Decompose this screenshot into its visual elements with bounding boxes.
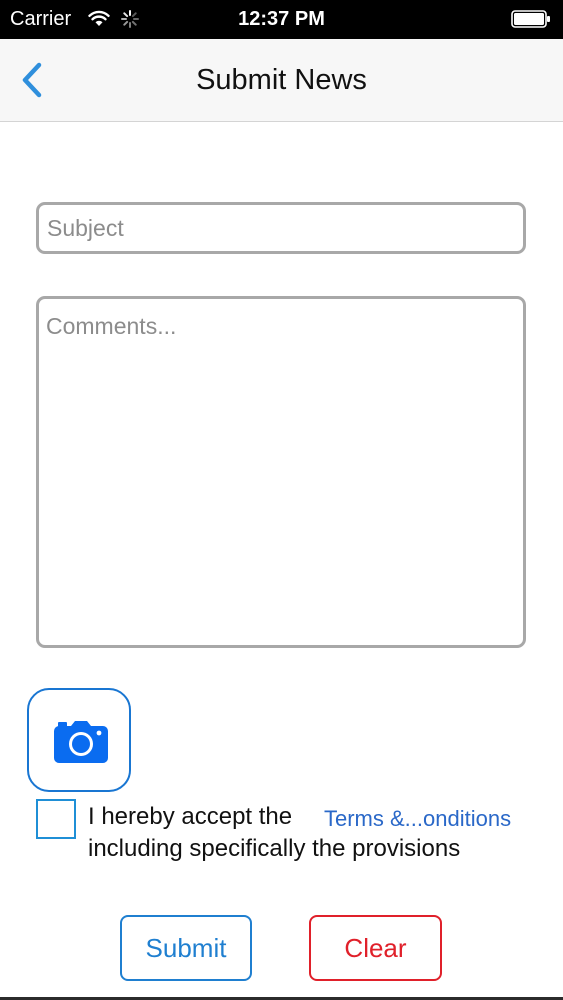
clear-button[interactable]: Clear [309,915,442,981]
terms-link[interactable]: Terms &...onditions [324,805,511,833]
status-bar: Carrier 12:37 PM [0,0,563,39]
subject-input[interactable] [36,202,526,254]
camera-button[interactable] [27,688,131,792]
status-time: 12:37 PM [238,8,325,30]
page-title: Submit News [196,64,367,96]
submit-news-screen: Carrier 12:37 PM Submit News Subject Com… [0,0,563,1000]
camera-icon [54,721,108,763]
comments-input[interactable] [36,296,526,648]
navigation-bar: Submit News [0,39,563,122]
terms-text: I hereby accept the [88,803,293,830]
submit-button[interactable]: Submit [120,915,252,981]
terms-text-continued: including specifically the provisions [88,835,461,862]
battery-icon [511,10,550,28]
terms-checkbox[interactable] [36,799,76,839]
